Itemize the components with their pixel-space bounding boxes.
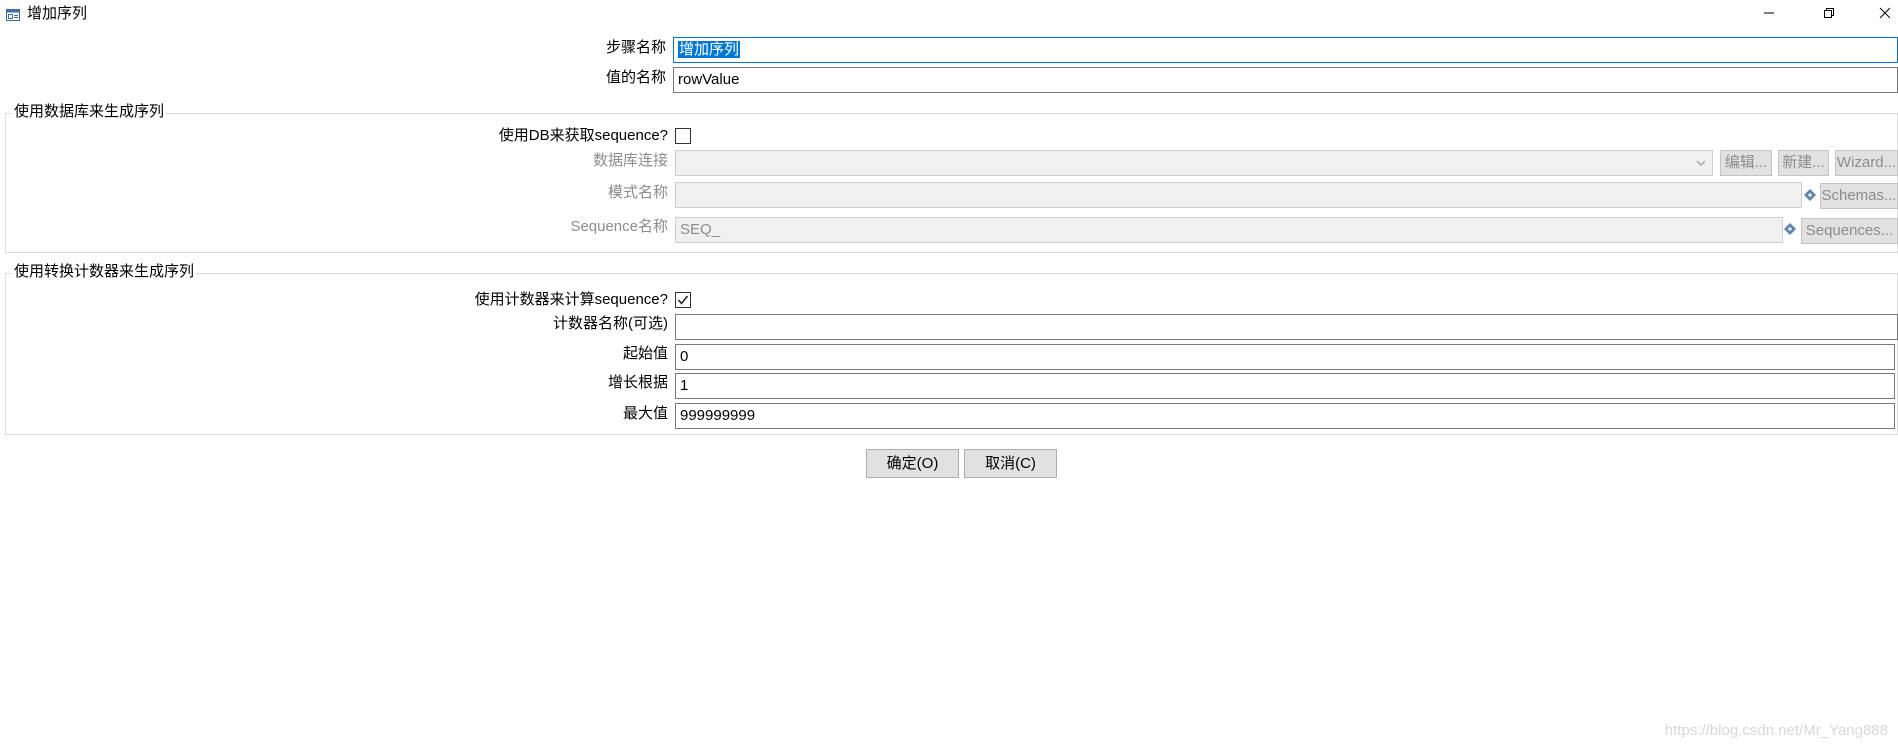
use-counter-checkbox[interactable] — [675, 292, 691, 308]
db-connection-label: 数据库连接 — [592, 152, 668, 169]
use-db-checkbox[interactable] — [675, 128, 691, 144]
restore-button[interactable] — [1806, 0, 1852, 28]
increment-input[interactable]: 1 — [675, 373, 1895, 399]
db-connection-select[interactable] — [675, 150, 1713, 176]
ok-button[interactable]: 确定(O) — [866, 449, 959, 478]
use-counter-label: 使用计数器来计算sequence? — [474, 291, 668, 308]
use-db-label: 使用DB来获取sequence? — [498, 127, 668, 144]
sequence-name-label: Sequence名称 — [570, 218, 668, 235]
start-value-label: 起始值 — [622, 345, 668, 362]
sequence-name-input[interactable]: SEQ_ — [675, 217, 1783, 243]
max-value-label: 最大值 — [622, 405, 668, 422]
window-title: 增加序列 — [27, 5, 88, 22]
variable-diamond-icon — [1784, 222, 1796, 235]
minimize-button[interactable] — [1746, 0, 1792, 28]
close-icon — [1879, 6, 1891, 23]
counter-group-title: 使用转换计数器来生成序列 — [12, 263, 197, 281]
title-bar: 增加序列 — [0, 0, 1898, 28]
chevron-down-icon — [1695, 151, 1707, 175]
counter-name-input[interactable] — [675, 314, 1898, 340]
close-button[interactable] — [1862, 0, 1898, 28]
value-name-input[interactable]: rowValue — [673, 67, 1898, 93]
schema-name-input[interactable] — [675, 182, 1802, 208]
cancel-button[interactable]: 取消(C) — [964, 449, 1057, 478]
restore-icon — [1823, 6, 1835, 23]
db-group-title: 使用数据库来生成序列 — [12, 103, 167, 121]
dialog-window-icon — [6, 8, 20, 21]
step-name-input[interactable]: 增加序列 — [673, 37, 1898, 63]
start-value-input[interactable]: 0 — [675, 344, 1895, 370]
step-name-value: 增加序列 — [678, 41, 741, 58]
step-name-label: 步骤名称 — [605, 39, 666, 56]
edit-connection-button[interactable]: 编辑... — [1720, 150, 1772, 176]
watermark-text: https://blog.csdn.net/Mr_Yang888 — [1664, 722, 1888, 739]
increment-label: 增长根据 — [607, 374, 668, 391]
max-value-input[interactable]: 999999999 — [675, 403, 1895, 429]
value-name-label: 值的名称 — [605, 69, 666, 86]
wizard-button[interactable]: Wizard... — [1835, 150, 1898, 176]
counter-name-label: 计数器名称(可选) — [553, 315, 668, 332]
variable-diamond-icon — [1804, 188, 1816, 201]
sequences-button[interactable]: Sequences... — [1801, 218, 1898, 244]
checkmark-icon — [676, 293, 690, 307]
new-connection-button[interactable]: 新建... — [1778, 150, 1829, 176]
schemas-button[interactable]: Schemas... — [1820, 183, 1898, 209]
schema-name-label: 模式名称 — [607, 184, 668, 201]
minimize-icon — [1763, 6, 1775, 23]
